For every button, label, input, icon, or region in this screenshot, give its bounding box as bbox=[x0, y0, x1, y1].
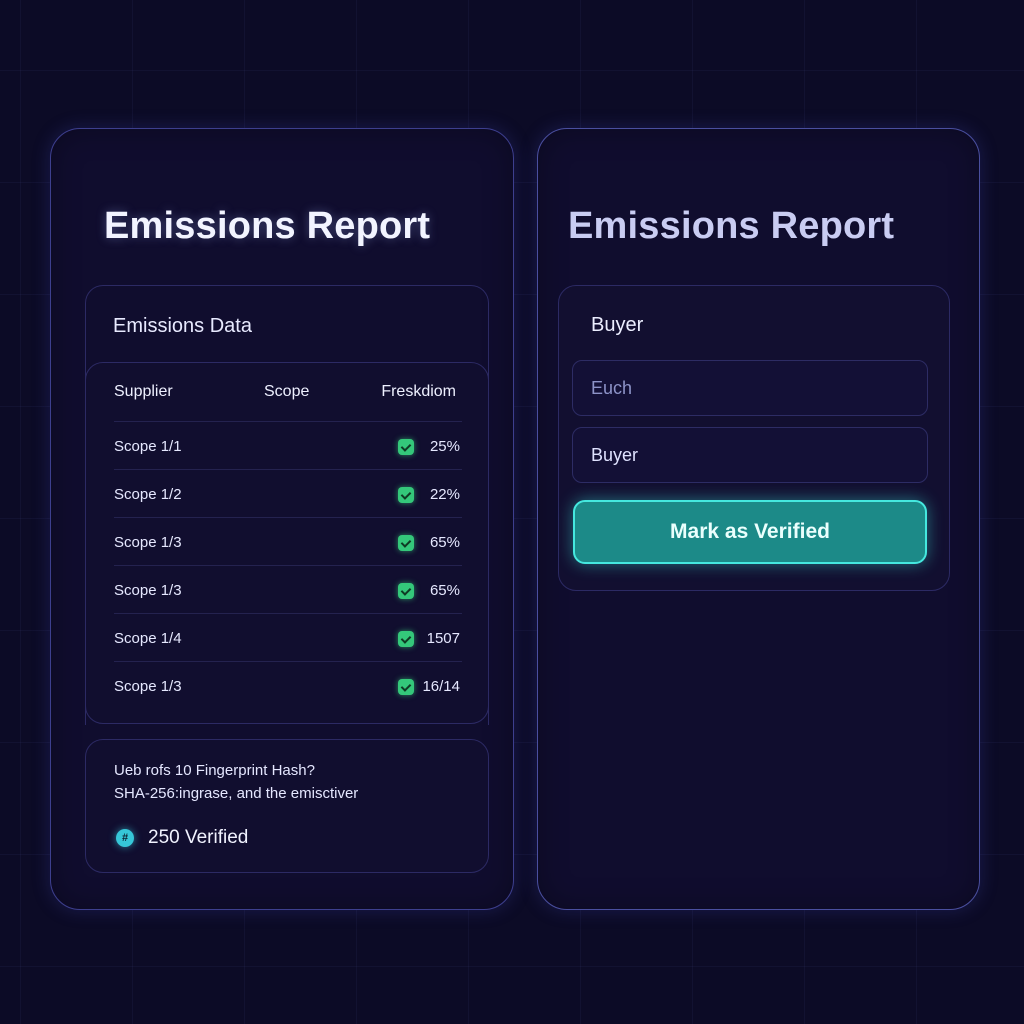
row-value: 16/14 bbox=[422, 678, 460, 695]
emissions-data-title: Emissions Data bbox=[113, 315, 252, 337]
row-value: 65% bbox=[429, 582, 460, 599]
page-title: Emissions Report bbox=[104, 205, 431, 247]
hash-icon: # bbox=[116, 829, 134, 847]
buyer-input-2[interactable]: Buyer bbox=[572, 427, 928, 483]
column-header-scope[interactable]: Scope bbox=[264, 383, 309, 401]
check-icon bbox=[398, 631, 414, 647]
row-value: 22% bbox=[429, 486, 460, 503]
table-row[interactable]: Scope 1/4 1507 bbox=[114, 613, 462, 661]
row-scope-label: Scope 1/3 bbox=[114, 678, 182, 695]
table-row[interactable]: Scope 1/1 25% bbox=[114, 421, 462, 469]
buyer-card: Buyer Euch Buyer Mark as Verified bbox=[558, 285, 950, 591]
table-row[interactable]: Scope 1/3 65% bbox=[114, 517, 462, 565]
check-icon bbox=[398, 679, 414, 695]
buyer-input-1[interactable]: Euch bbox=[572, 360, 928, 416]
table-header: Supplier Scope Freskdiom bbox=[114, 383, 460, 405]
column-header-freskdiom[interactable]: Freskdiom bbox=[381, 383, 456, 401]
check-icon bbox=[398, 487, 414, 503]
table-row[interactable]: Scope 1/3 16/14 bbox=[114, 661, 462, 709]
column-header-supplier[interactable]: Supplier bbox=[114, 383, 173, 401]
row-scope-label: Scope 1/1 bbox=[114, 438, 182, 455]
check-icon bbox=[398, 535, 414, 551]
row-scope-label: Scope 1/4 bbox=[114, 630, 182, 647]
fingerprint-hash-card: Ueb rofs 10 Fingerprint Hash? SHA-256:in… bbox=[85, 739, 489, 873]
emissions-report-panel: Emissions Report Emissions Data Supplier… bbox=[50, 128, 514, 910]
table-row[interactable]: Scope 1/3 65% bbox=[114, 565, 462, 613]
row-value: 1507 bbox=[426, 630, 460, 647]
hash-title: Ueb rofs 10 Fingerprint Hash? bbox=[114, 762, 315, 779]
table-body: Scope 1/1 25% Scope 1/2 22% Scope 1/3 65… bbox=[114, 421, 462, 709]
row-scope-label: Scope 1/3 bbox=[114, 534, 182, 551]
buyer-verification-panel: Emissions Report Buyer Euch Buyer Mark a… bbox=[537, 128, 980, 910]
emissions-table: Supplier Scope Freskdiom Scope 1/1 25% S… bbox=[85, 362, 489, 724]
check-icon bbox=[398, 439, 414, 455]
row-value: 65% bbox=[429, 534, 460, 551]
row-scope-label: Scope 1/3 bbox=[114, 582, 182, 599]
mark-as-verified-button[interactable]: Mark as Verified bbox=[573, 500, 927, 564]
page-title: Emissions Report bbox=[568, 205, 895, 247]
row-value: 25% bbox=[429, 438, 460, 455]
hash-value: SHA-256:ingrase, and the emisctiver bbox=[114, 785, 359, 802]
row-scope-label: Scope 1/2 bbox=[114, 486, 182, 503]
buyer-section-title: Buyer bbox=[591, 314, 644, 336]
verified-label: 250 Verified bbox=[148, 827, 249, 848]
table-row[interactable]: Scope 1/2 22% bbox=[114, 469, 462, 517]
check-icon bbox=[398, 583, 414, 599]
